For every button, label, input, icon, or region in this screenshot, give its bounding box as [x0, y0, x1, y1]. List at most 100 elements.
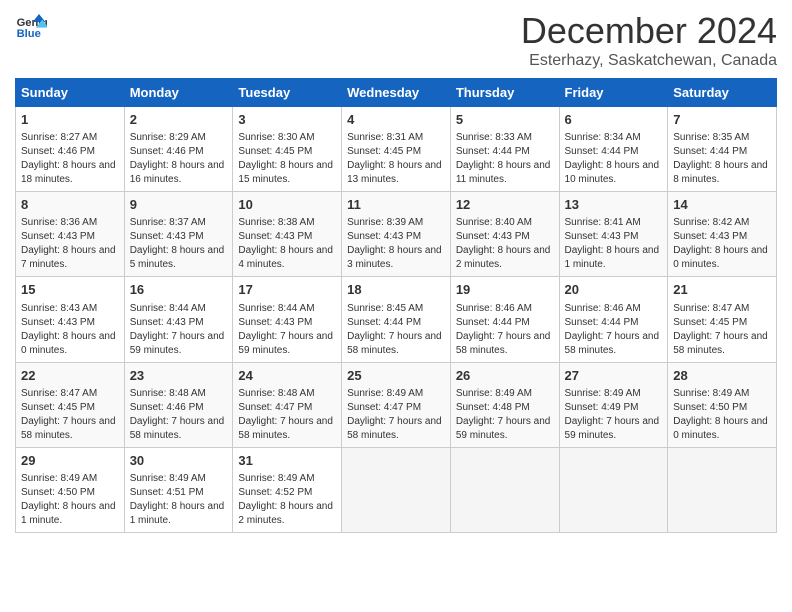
daylight-text: Daylight: 7 hours and 59 minutes.: [130, 330, 228, 358]
daylight-text: Daylight: 8 hours and 16 minutes.: [130, 159, 228, 187]
day-number: 26: [456, 367, 554, 385]
sunrise-text: Sunrise: 8:42 AM: [673, 216, 771, 230]
sunrise-text: Sunrise: 8:30 AM: [238, 131, 336, 145]
sunset-text: Sunset: 4:43 PM: [21, 316, 119, 330]
sunset-text: Sunset: 4:43 PM: [21, 230, 119, 244]
sunset-text: Sunset: 4:45 PM: [21, 401, 119, 415]
sunset-text: Sunset: 4:51 PM: [130, 486, 228, 500]
sunrise-text: Sunrise: 8:49 AM: [565, 387, 663, 401]
sunrise-text: Sunrise: 8:39 AM: [347, 216, 445, 230]
day-of-week-header: Monday: [124, 79, 233, 107]
sunrise-text: Sunrise: 8:49 AM: [130, 472, 228, 486]
sunset-text: Sunset: 4:49 PM: [565, 401, 663, 415]
day-of-week-header: Thursday: [450, 79, 559, 107]
sunrise-text: Sunrise: 8:46 AM: [565, 302, 663, 316]
calendar-body: 1Sunrise: 8:27 AMSunset: 4:46 PMDaylight…: [16, 107, 777, 533]
sunrise-text: Sunrise: 8:33 AM: [456, 131, 554, 145]
sunset-text: Sunset: 4:52 PM: [238, 486, 336, 500]
daylight-text: Daylight: 7 hours and 59 minutes.: [456, 415, 554, 443]
calendar-cell: 29Sunrise: 8:49 AMSunset: 4:50 PMDayligh…: [16, 447, 125, 532]
daylight-text: Daylight: 7 hours and 58 minutes.: [565, 330, 663, 358]
day-number: 7: [673, 111, 771, 129]
sunset-text: Sunset: 4:44 PM: [565, 316, 663, 330]
calendar-cell: 26Sunrise: 8:49 AMSunset: 4:48 PMDayligh…: [450, 362, 559, 447]
sunset-text: Sunset: 4:45 PM: [238, 145, 336, 159]
daylight-text: Daylight: 8 hours and 13 minutes.: [347, 159, 445, 187]
sunrise-text: Sunrise: 8:45 AM: [347, 302, 445, 316]
daylight-text: Daylight: 8 hours and 3 minutes.: [347, 244, 445, 272]
calendar-week-row: 22Sunrise: 8:47 AMSunset: 4:45 PMDayligh…: [16, 362, 777, 447]
day-number: 19: [456, 281, 554, 299]
sunrise-text: Sunrise: 8:48 AM: [130, 387, 228, 401]
day-number: 23: [130, 367, 228, 385]
calendar-cell: 15Sunrise: 8:43 AMSunset: 4:43 PMDayligh…: [16, 277, 125, 362]
day-number: 18: [347, 281, 445, 299]
sunrise-text: Sunrise: 8:49 AM: [673, 387, 771, 401]
daylight-text: Daylight: 7 hours and 58 minutes.: [347, 415, 445, 443]
calendar-week-row: 15Sunrise: 8:43 AMSunset: 4:43 PMDayligh…: [16, 277, 777, 362]
calendar-cell: [668, 447, 777, 532]
sunrise-text: Sunrise: 8:27 AM: [21, 131, 119, 145]
logo-icon: General Blue: [15, 10, 47, 42]
sunset-text: Sunset: 4:44 PM: [456, 316, 554, 330]
page-header: General Blue December 2024 Esterhazy, Sa…: [15, 10, 777, 70]
calendar-cell: 30Sunrise: 8:49 AMSunset: 4:51 PMDayligh…: [124, 447, 233, 532]
calendar-cell: 24Sunrise: 8:48 AMSunset: 4:47 PMDayligh…: [233, 362, 342, 447]
daylight-text: Daylight: 8 hours and 1 minute.: [21, 500, 119, 528]
day-number: 24: [238, 367, 336, 385]
day-number: 9: [130, 196, 228, 214]
daylight-text: Daylight: 8 hours and 8 minutes.: [673, 159, 771, 187]
daylight-text: Daylight: 8 hours and 2 minutes.: [456, 244, 554, 272]
calendar-week-row: 8Sunrise: 8:36 AMSunset: 4:43 PMDaylight…: [16, 192, 777, 277]
day-number: 16: [130, 281, 228, 299]
daylight-text: Daylight: 7 hours and 59 minutes.: [238, 330, 336, 358]
day-of-week-header: Tuesday: [233, 79, 342, 107]
day-number: 6: [565, 111, 663, 129]
calendar-cell: 25Sunrise: 8:49 AMSunset: 4:47 PMDayligh…: [342, 362, 451, 447]
sunset-text: Sunset: 4:46 PM: [130, 401, 228, 415]
daylight-text: Daylight: 7 hours and 58 minutes.: [673, 330, 771, 358]
calendar-cell: 23 Sunrise: 8:48 AMSunset: 4:46 PMDayligh…: [124, 362, 233, 447]
calendar-cell: 14Sunrise: 8:42 AMSunset: 4:43 PMDayligh…: [668, 192, 777, 277]
calendar-cell: 2Sunrise: 8:29 AMSunset: 4:46 PMDaylight…: [124, 107, 233, 192]
sunset-text: Sunset: 4:44 PM: [565, 145, 663, 159]
day-number: 1: [21, 111, 119, 129]
day-number: 20: [565, 281, 663, 299]
day-number: 11: [347, 196, 445, 214]
sunrise-text: Sunrise: 8:38 AM: [238, 216, 336, 230]
calendar-cell: 7Sunrise: 8:35 AMSunset: 4:44 PMDaylight…: [668, 107, 777, 192]
daylight-text: Daylight: 8 hours and 1 minute.: [565, 244, 663, 272]
calendar-cell: 13Sunrise: 8:41 AMSunset: 4:43 PMDayligh…: [559, 192, 668, 277]
month-title: December 2024: [521, 10, 777, 52]
day-number: 27: [565, 367, 663, 385]
day-number: 31: [238, 452, 336, 470]
day-number: 14: [673, 196, 771, 214]
sunrise-text: Sunrise: 8:44 AM: [130, 302, 228, 316]
calendar-cell: 11Sunrise: 8:39 AMSunset: 4:43 PMDayligh…: [342, 192, 451, 277]
calendar-cell: 19Sunrise: 8:46 AMSunset: 4:44 PMDayligh…: [450, 277, 559, 362]
calendar-cell: 3Sunrise: 8:30 AMSunset: 4:45 PMDaylight…: [233, 107, 342, 192]
day-number: 17: [238, 281, 336, 299]
daylight-text: Daylight: 8 hours and 7 minutes.: [21, 244, 119, 272]
day-number: 29: [21, 452, 119, 470]
sunrise-text: Sunrise: 8:43 AM: [21, 302, 119, 316]
day-of-week-header: Saturday: [668, 79, 777, 107]
daylight-text: Daylight: 7 hours and 58 minutes.: [130, 415, 228, 443]
calendar-cell: 17Sunrise: 8:44 AMSunset: 4:43 PMDayligh…: [233, 277, 342, 362]
sunset-text: Sunset: 4:43 PM: [565, 230, 663, 244]
sunset-text: Sunset: 4:46 PM: [21, 145, 119, 159]
sunrise-text: Sunrise: 8:46 AM: [456, 302, 554, 316]
daylight-text: Daylight: 8 hours and 5 minutes.: [130, 244, 228, 272]
location-title: Esterhazy, Saskatchewan, Canada: [521, 52, 777, 70]
sunset-text: Sunset: 4:43 PM: [130, 230, 228, 244]
sunset-text: Sunset: 4:44 PM: [456, 145, 554, 159]
sunrise-text: Sunrise: 8:34 AM: [565, 131, 663, 145]
daylight-text: Daylight: 8 hours and 10 minutes.: [565, 159, 663, 187]
daylight-text: Daylight: 8 hours and 15 minutes.: [238, 159, 336, 187]
logo: General Blue: [15, 10, 47, 42]
sunrise-text: Sunrise: 8:47 AM: [673, 302, 771, 316]
calendar-cell: 6 Sunrise: 8:34 AMSunset: 4:44 PMDaylight…: [559, 107, 668, 192]
sunrise-text: Sunrise: 8:49 AM: [21, 472, 119, 486]
calendar-cell: 10Sunrise: 8:38 AMSunset: 4:43 PMDayligh…: [233, 192, 342, 277]
sunrise-text: Sunrise: 8:29 AM: [130, 131, 228, 145]
